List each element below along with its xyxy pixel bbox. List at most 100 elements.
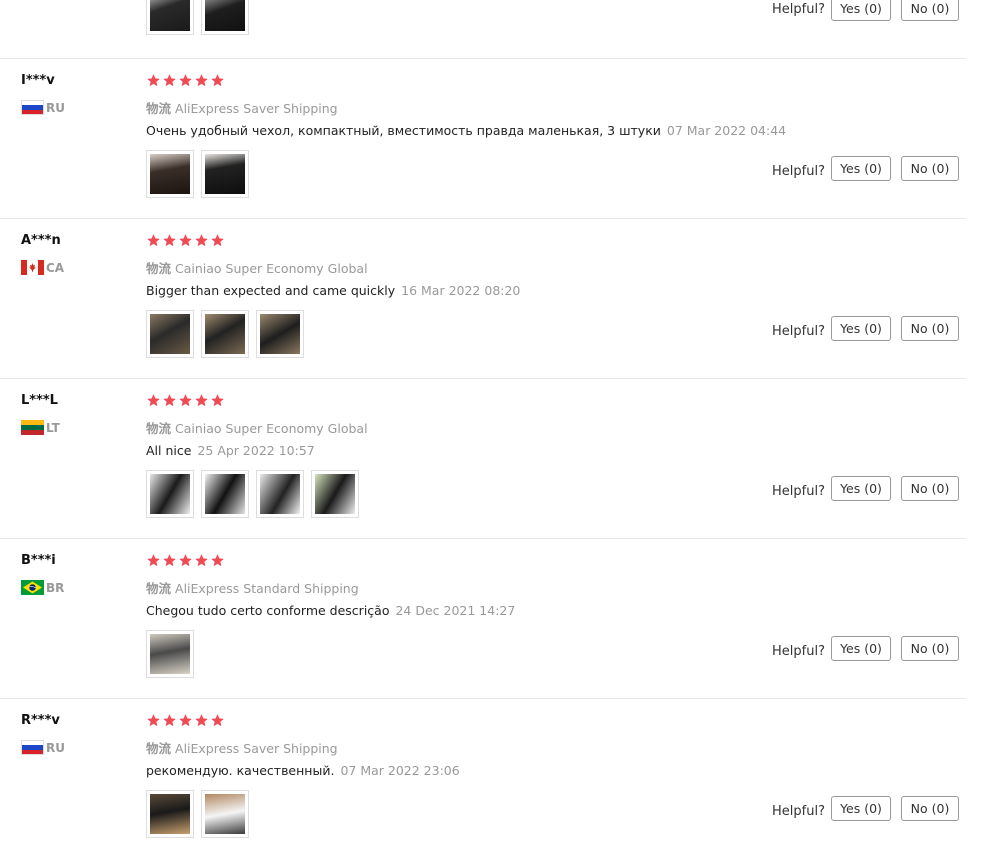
shipping-label: 物流 xyxy=(146,581,172,596)
reviewer-country: LT xyxy=(21,420,60,435)
shipping-name: Cainiao Super Economy Global xyxy=(175,261,368,276)
helpful-yes-button[interactable]: Yes (0) xyxy=(831,476,891,501)
review-text: Chegou tudo certo conforme descrição 24 D… xyxy=(146,603,515,618)
star-icon xyxy=(147,74,160,87)
reviewer-name: A***n xyxy=(21,233,61,248)
helpful-no-button[interactable]: No (0) xyxy=(901,156,959,181)
star-icon xyxy=(195,394,208,407)
country-code: LT xyxy=(46,420,60,435)
review-date: 24 Dec 2021 14:27 xyxy=(395,603,516,618)
country-code: RU xyxy=(46,740,65,755)
helpful-yes-button[interactable]: Yes (0) xyxy=(831,156,891,181)
helpful-no-button[interactable]: No (0) xyxy=(901,796,959,821)
helpful-no-button[interactable]: No (0) xyxy=(901,636,959,661)
review-item: I***v RU 物流 AliExpress Saver Shipping Очень … xyxy=(0,59,986,219)
reviewer-country: RU xyxy=(21,740,65,755)
review-photo-thumbnail[interactable] xyxy=(146,310,194,358)
star-icon xyxy=(147,714,160,727)
star-icon xyxy=(179,554,192,567)
star-icon xyxy=(211,74,224,87)
star-rating xyxy=(146,553,226,568)
review-photo-thumbnail[interactable] xyxy=(201,0,249,35)
lithuania-flag-icon xyxy=(21,420,44,435)
helpful-no-button[interactable]: No (0) xyxy=(901,316,959,341)
review-photos xyxy=(146,790,256,838)
star-icon xyxy=(179,714,192,727)
reviewer-name: L***L xyxy=(21,393,58,408)
review-photo-thumbnail[interactable] xyxy=(201,150,249,198)
review-content: Очень удобный чехол, компактный, вместим… xyxy=(146,123,661,138)
shipping-label: 物流 xyxy=(146,101,172,116)
star-rating xyxy=(146,73,226,88)
star-icon xyxy=(147,394,160,407)
review-photo-thumbnail[interactable] xyxy=(146,0,194,35)
review-photos xyxy=(146,0,256,35)
review-photo-thumbnail[interactable] xyxy=(146,470,194,518)
review-photo-thumbnail[interactable] xyxy=(311,470,359,518)
russia-flag-icon xyxy=(21,100,44,115)
helpful-label: Helpful? xyxy=(772,804,825,819)
star-icon xyxy=(163,234,176,247)
helpful-label: Helpful? xyxy=(772,324,825,339)
shipping-name: Cainiao Super Economy Global xyxy=(175,421,368,436)
star-icon xyxy=(179,394,192,407)
shipping-name: AliExpress Saver Shipping xyxy=(175,741,338,756)
review-text: Bigger than expected and came quickly 16 … xyxy=(146,283,520,298)
star-icon xyxy=(179,74,192,87)
country-code: RU xyxy=(46,100,65,115)
review-photo-thumbnail[interactable] xyxy=(146,150,194,198)
shipping-name: AliExpress Standard Shipping xyxy=(175,581,359,596)
star-icon xyxy=(163,394,176,407)
country-code: CA xyxy=(46,260,65,275)
review-date: 16 Mar 2022 08:20 xyxy=(401,283,521,298)
review-item: L***L LT 物流 Cainiao Super Economy Global All… xyxy=(0,379,986,539)
helpful-yes-button[interactable]: Yes (0) xyxy=(831,796,891,821)
review-date: 07 Mar 2022 23:06 xyxy=(340,763,460,778)
helpful-label: Helpful? xyxy=(772,644,825,659)
shipping-method: 物流 AliExpress Saver Shipping xyxy=(146,738,338,757)
star-icon xyxy=(211,714,224,727)
helpful-yes-button[interactable]: Yes (0) xyxy=(831,0,891,21)
review-photos xyxy=(146,150,256,198)
star-icon xyxy=(211,554,224,567)
star-icon xyxy=(163,74,176,87)
review-photo-thumbnail[interactable] xyxy=(201,310,249,358)
star-icon xyxy=(195,234,208,247)
star-rating xyxy=(146,713,226,728)
helpful-yes-button[interactable]: Yes (0) xyxy=(831,636,891,661)
star-icon xyxy=(163,554,176,567)
reviewer-country: RU xyxy=(21,100,65,115)
shipping-method: 物流 AliExpress Standard Shipping xyxy=(146,578,359,597)
review-photo-thumbnail[interactable] xyxy=(256,310,304,358)
review-photo-thumbnail[interactable] xyxy=(146,790,194,838)
review-date: 25 Apr 2022 10:57 xyxy=(197,443,315,458)
shipping-name: AliExpress Saver Shipping xyxy=(175,101,338,116)
review-date: 07 Mar 2022 04:44 xyxy=(666,123,787,138)
star-icon xyxy=(195,74,208,87)
canada-flag-icon xyxy=(21,260,44,275)
shipping-method: 物流 Cainiao Super Economy Global xyxy=(146,418,368,437)
helpful-yes-button[interactable]: Yes (0) xyxy=(831,316,891,341)
helpful-no-button[interactable]: No (0) xyxy=(901,0,959,21)
review-photo-thumbnail[interactable] xyxy=(201,470,249,518)
review-photos xyxy=(146,470,366,518)
shipping-method: 物流 AliExpress Saver Shipping xyxy=(146,98,338,117)
review-item-partial: Helpful? Yes (0) No (0) xyxy=(0,0,986,60)
helpful-no-button[interactable]: No (0) xyxy=(901,476,959,501)
shipping-method: 物流 Cainiao Super Economy Global xyxy=(146,258,368,277)
review-photo-thumbnail[interactable] xyxy=(256,470,304,518)
country-code: BR xyxy=(46,580,65,595)
review-photo-thumbnail[interactable] xyxy=(146,630,194,678)
review-text: Очень удобный чехол, компактный, вместим… xyxy=(146,123,786,138)
star-rating xyxy=(146,393,226,408)
star-icon xyxy=(179,234,192,247)
star-icon xyxy=(211,234,224,247)
star-icon xyxy=(195,714,208,727)
review-item: A***n CA 物流 Cainiao Super Economy Global Big… xyxy=(0,219,986,379)
review-photos xyxy=(146,630,201,678)
reviewer-name: I***v xyxy=(21,73,55,88)
reviewer-name: R***v xyxy=(21,713,60,728)
review-photo-thumbnail[interactable] xyxy=(201,790,249,838)
helpful-label: Helpful? xyxy=(772,2,825,17)
shipping-label: 物流 xyxy=(146,741,172,756)
